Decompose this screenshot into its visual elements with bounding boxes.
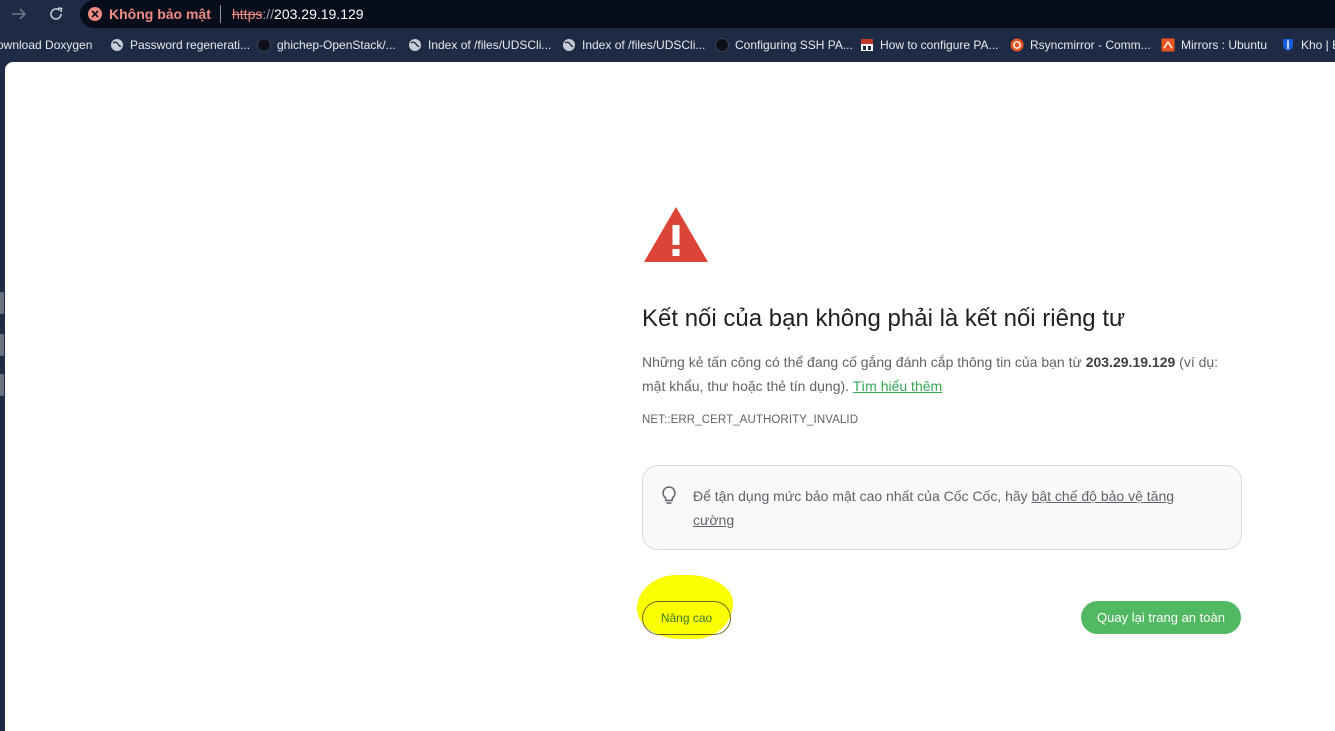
not-secure-icon	[88, 7, 102, 21]
reload-button[interactable]	[45, 4, 67, 24]
reload-icon	[50, 7, 63, 20]
bookmark-item[interactable]: Rsyncmirror - Comm...	[1010, 37, 1151, 53]
browser-window: Không bảo mật https://203.29.19.129 ownl…	[0, 0, 1335, 731]
bookmark-item[interactable]: Password regenerati...	[110, 37, 250, 53]
bookmark-label: Mirrors : Ubuntu	[1181, 38, 1268, 52]
bookmarks-bar: ownload Doxygen Password regenerati... g…	[0, 29, 1335, 61]
bookmark-item[interactable]: ghichep-OpenStack/...	[257, 37, 396, 53]
bookmark-label: How to configure PA...	[880, 38, 999, 52]
forward-button[interactable]	[8, 4, 30, 24]
bookmark-label: Kho | E	[1301, 38, 1335, 52]
bookmark-item[interactable]: Kho | E	[1281, 37, 1335, 53]
advanced-button[interactable]: Nâng cao	[642, 601, 731, 635]
lightbulb-icon	[662, 486, 676, 504]
bookmark-item[interactable]: How to configure PA...	[860, 37, 999, 53]
desc-host: 203.29.19.129	[1085, 354, 1176, 370]
bookmark-label: Index of /files/UDSCli...	[428, 38, 552, 52]
security-chip[interactable]: Không bảo mật	[88, 4, 211, 24]
bookmark-item[interactable]: Mirrors : Ubuntu	[1161, 37, 1267, 53]
url-text[interactable]: https://203.29.19.129	[232, 6, 364, 22]
error-description: Những kẻ tấn công có thể đang cố gắng đá…	[642, 350, 1234, 398]
bookmark-item[interactable]: Configuring SSH PA...	[715, 37, 853, 53]
url-host: 203.29.19.129	[274, 6, 364, 22]
bookmark-item[interactable]: ownload Doxygen	[0, 37, 92, 53]
bookmark-label: Index of /files/UDSCli...	[582, 38, 706, 52]
bookmark-label: ownload Doxygen	[0, 38, 93, 52]
url-slashes: ://	[262, 6, 275, 22]
bookmark-item[interactable]: Index of /files/UDSCli...	[562, 37, 705, 53]
github-icon	[715, 38, 729, 52]
enhanced-protection-tip: Để tận dụng mức bảo mật cao nhất của Cốc…	[642, 465, 1242, 550]
bookmark-label: Password regenerati...	[130, 38, 251, 52]
globe-icon	[110, 38, 124, 52]
bookmark-label: ghichep-OpenStack/...	[277, 38, 396, 52]
ubuntu-icon	[1010, 38, 1024, 52]
security-label: Không bảo mật	[109, 6, 211, 22]
github-icon	[257, 38, 271, 52]
back-to-safety-button[interactable]: Quay lại trang an toàn	[1081, 601, 1241, 634]
side-handle[interactable]	[0, 374, 4, 396]
url-scheme: https	[232, 6, 263, 22]
arrow-right-icon	[12, 8, 27, 20]
warning-triangle-icon	[644, 207, 708, 262]
tip-text: Để tận dụng mức bảo mật cao nhất của Cốc…	[693, 484, 1213, 532]
side-handle[interactable]	[0, 292, 4, 314]
globe-icon	[408, 38, 422, 52]
tip-text-main: Để tận dụng mức bảo mật cao nhất của Cốc…	[693, 488, 1032, 504]
error-page: Kết nối của bạn không phải là kết nối ri…	[5, 62, 1335, 731]
desc-text-1: Những kẻ tấn công có thể đang cố gắng đá…	[642, 354, 1086, 370]
globe-icon	[562, 38, 576, 52]
learn-more-link[interactable]: Tìm hiểu thêm	[853, 378, 942, 394]
launchpad-icon	[1161, 38, 1175, 52]
site-icon	[860, 38, 874, 52]
bookmark-label: Rsyncmirror - Comm...	[1030, 38, 1151, 52]
side-handle[interactable]	[0, 334, 4, 356]
error-code: NET::ERR_CERT_AUTHORITY_INVALID	[642, 414, 859, 426]
bookmark-item[interactable]: Index of /files/UDSCli...	[408, 37, 551, 53]
address-bar[interactable]: Không bảo mật https://203.29.19.129	[80, 0, 1335, 28]
bookmark-label: Configuring SSH PA...	[735, 38, 853, 52]
page-title: Kết nối của bạn không phải là kết nối ri…	[642, 305, 1126, 332]
shield-icon	[1281, 38, 1295, 52]
address-divider	[220, 5, 221, 23]
browser-toolbar: Không bảo mật https://203.29.19.129	[0, 0, 1335, 29]
